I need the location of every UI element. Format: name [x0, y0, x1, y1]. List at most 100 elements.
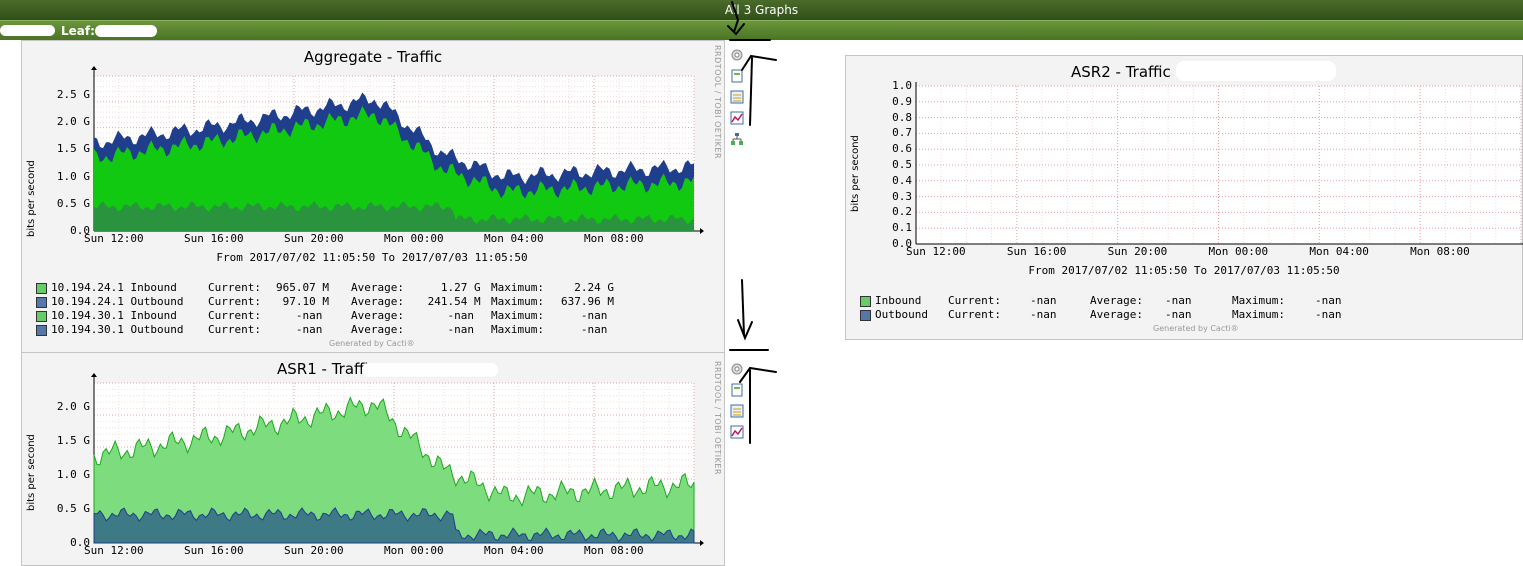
x-tick-label: Sun 12:00 [84, 544, 144, 557]
legend-text: Average: [351, 309, 404, 322]
plot-area [91, 66, 704, 234]
legend-text: Maximum: [491, 295, 544, 308]
legend-text: 637.96 M [561, 295, 614, 308]
generated-by: Generated by Cacti® [1153, 324, 1239, 333]
legend-text: -nan [1165, 308, 1192, 321]
legend-text: -nan [1315, 294, 1342, 307]
legend-swatch [36, 283, 47, 294]
generated-by: Generated by Cacti® [329, 339, 415, 348]
legend-text: -nan [421, 323, 481, 336]
x-tick-label: Sun 12:00 [84, 232, 144, 245]
legend-text: Maximum: [1232, 294, 1285, 307]
legend-swatch [860, 310, 871, 321]
y-tick-label: 2.5 G [56, 88, 90, 102]
legend-text: 10.194.24.1 Outbound [51, 295, 184, 308]
y-tick-label: 0.2 [892, 205, 912, 219]
y-tick-label: 0.3 [892, 189, 912, 203]
legend-text: 10.194.30.1 Inbound [51, 309, 184, 322]
graph-asr1[interactable]: ASR1 - Traffic - bits per second RRDTOOL… [21, 352, 725, 566]
legend-text: Outbound [875, 308, 928, 321]
x-tick-label: Mon 00:00 [1208, 245, 1269, 258]
y-tick-label: 0.6 [892, 142, 912, 156]
legend-text: Average: [351, 281, 404, 294]
time-range: From 2017/07/02 11:05:50 To 2017/07/03 1… [216, 251, 528, 264]
x-tick-label: Mon 04:00 [484, 544, 544, 557]
legend-text: -nan [561, 309, 614, 322]
x-tick-label: Sun 20:00 [284, 544, 344, 557]
x-tick-label: Mon 08:00 [1410, 245, 1470, 258]
legend-text: Current: [208, 323, 261, 336]
x-tick-label: Mon 08:00 [584, 232, 644, 245]
legend-text: 97.10 M [276, 295, 329, 308]
legend-text: Current: [208, 295, 261, 308]
legend-text: Average: [1090, 308, 1143, 321]
annotation-arrows [727, 1, 777, 444]
legend-text: 10.194.24.1 Inbound [51, 281, 184, 294]
x-tick-label: Sun 20:00 [284, 232, 344, 245]
x-tick-label: Sun 16:00 [184, 544, 244, 557]
y-tick-label: 0.9 [892, 94, 912, 108]
x-tick-label: Sun 12:00 [906, 245, 966, 258]
legend-text: -nan [276, 323, 329, 336]
y-tick-label: 0.0 [892, 237, 912, 250]
legend-text: -nan [1165, 294, 1192, 307]
redaction [1176, 61, 1336, 81]
legend-text: 10.194.30.1 Outbound [51, 323, 184, 336]
y-tick-label: 1.0 G [56, 169, 90, 183]
legend-text: -nan [1030, 308, 1057, 321]
plot-area [91, 373, 704, 546]
graph-aggregate[interactable]: Aggregate - Traffic bits per second RRDT… [21, 40, 725, 353]
graph-title: Aggregate - Traffic [303, 48, 443, 66]
plot-area [915, 82, 1523, 245]
legend-text: Inbound [875, 294, 928, 307]
y-tick-label: 0.1 [892, 221, 912, 235]
y-tick-label: 0.8 [892, 110, 912, 124]
y-tick-label: 0.0 [70, 536, 90, 549]
legend-text: Average: [1090, 294, 1143, 307]
legend-text: Current: [948, 308, 1001, 321]
legend-text: Average: [351, 295, 404, 308]
legend-text: 241.54 M [421, 295, 481, 308]
graph-title: ASR1 - Traffic - [277, 360, 387, 378]
y-tick-label: 0.5 [892, 158, 912, 171]
legend-text: -nan [421, 309, 481, 322]
legend-text: Maximum: [491, 281, 544, 294]
y-tick-label: 1.5 G [56, 142, 90, 156]
redaction [362, 363, 498, 377]
legend-text: Current: [208, 309, 261, 322]
legend-swatch [860, 296, 871, 307]
y-tick-label: 0.5 G [56, 196, 90, 210]
y-tick-label: 0.0 [70, 224, 90, 237]
legend-text: -nan [1030, 294, 1057, 307]
x-tick-label: Mon 08:00 [584, 544, 644, 557]
legend-text: Maximum: [491, 309, 544, 322]
legend-text: -nan [276, 309, 329, 322]
x-tick-label: Mon 00:00 [384, 232, 444, 245]
legend-text: Average: [351, 323, 404, 336]
legend-swatch [36, 297, 47, 308]
redaction [0, 25, 55, 36]
y-tick-label: 0.7 [892, 126, 912, 140]
legend-text: -nan [1315, 308, 1342, 321]
legend-text: 1.27 G [421, 281, 481, 294]
legend-swatch [36, 311, 47, 322]
legend-text: 2.24 G [561, 281, 614, 294]
x-tick-label: Mon 00:00 [384, 544, 444, 557]
legend-text: Current: [948, 294, 1001, 307]
y-tick-label: 0.5 G [56, 501, 90, 515]
x-tick-label: Mon 04:00 [484, 232, 544, 245]
x-tick-label: Sun 16:00 [1006, 245, 1067, 258]
legend-text: Current: [208, 281, 261, 294]
y-tick-label: 1.5 G [56, 433, 90, 447]
legend-text: Maximum: [1232, 308, 1285, 321]
leaf-label: Leaf: [61, 24, 95, 38]
graph-asr2[interactable]: ASR2 - Traffic - bits per second 1.0 0.9 0… [845, 55, 1523, 340]
x-tick-label: Sun 20:00 [1107, 245, 1168, 258]
y-tick-label: 1.0 G [56, 467, 90, 481]
legend-text: 965.07 M [276, 281, 329, 294]
x-tick-label: Mon 04:00 [1309, 245, 1369, 258]
legend-text: Maximum: [491, 323, 544, 336]
time-range: From 2017/07/02 11:05:50 To 2017/07/03 1… [1028, 264, 1340, 277]
y-tick-label: 2.0 G [56, 115, 90, 129]
y-tick-label: 0.4 [892, 173, 912, 187]
